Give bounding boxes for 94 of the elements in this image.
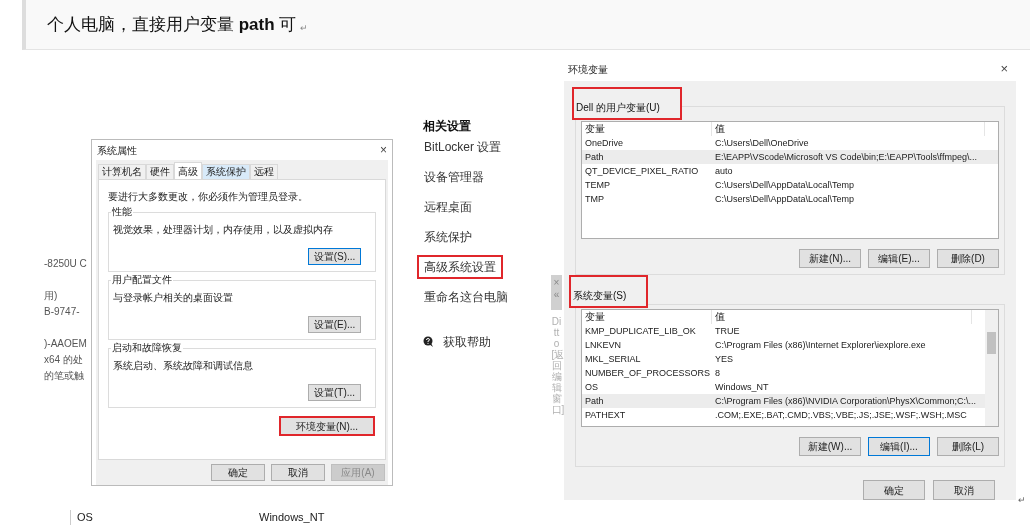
table-row[interactable]: KMP_DUPLICATE_LIB_OK TRUE <box>582 324 985 338</box>
table-cell-text: LNKEVN <box>584 339 622 352</box>
paragraph-mark: ↵ <box>300 21 309 35</box>
table-cell-text: C:\Program Files (x86)\Internet Explorer\iexplore.exe <box>714 339 927 352</box>
table-row[interactable]: Path C:\Program Files (x86)\NVIDIA Corporation\PhysX\Common;C:\... <box>582 394 985 408</box>
table-cell-text: auto <box>714 165 734 178</box>
text-fragment: B-9747- <box>44 305 81 319</box>
table-cell-text: Windows_NT <box>259 510 325 525</box>
tab[interactable]: 远程 <box>250 164 278 179</box>
column-header[interactable]: 变量 <box>582 122 712 136</box>
table-row[interactable]: QT_DEVICE_PIXEL_RATIO auto <box>582 164 998 178</box>
help-icon <box>423 336 435 348</box>
tab[interactable]: 系统保护 <box>202 164 250 179</box>
column-header[interactable]: 值 <box>712 122 985 136</box>
environment-variables-button[interactable]: 环境变量(N)... <box>279 416 375 436</box>
table-row[interactable]: TEMP C:\Users\Dell\AppData\Local\Temp <box>582 178 998 192</box>
close-icon[interactable]: × <box>380 141 387 159</box>
table-row[interactable]: NUMBER_OF_PROCESSORS 8 <box>582 366 985 380</box>
table-cell-text: QT_DEVICE_PIXEL_RATIO <box>584 165 700 178</box>
table-row[interactable]: TMP C:\Users\Dell\AppData\Local\Temp <box>582 192 998 206</box>
table-cell-text: NUMBER_OF_PROCESSORS <box>584 367 712 380</box>
group-title: Dell 的用户变量(U) <box>572 87 682 120</box>
group-description: 系统启动、系统故障和调试信息 <box>113 359 254 373</box>
window-title: 系统属性 <box>97 143 137 158</box>
admin-note: 要进行大多数更改，你必须作为管理员登录。 <box>108 190 309 204</box>
table-cell-text: C:\Program Files (x86)\NVIDIA Corporation\PhysX\Common;C:\... <box>714 395 978 408</box>
table-cell-text: C:\Users\Dell\OneDrive <box>714 137 810 150</box>
settings-link[interactable]: 系统保护 <box>417 225 479 249</box>
help-link[interactable]: 获取帮助 <box>443 333 491 351</box>
dialog-button[interactable]: 删除(L) <box>937 437 999 456</box>
group-description: 与登录帐户相关的桌面设置 <box>113 291 234 305</box>
text-fragment: x64 的处 <box>44 353 84 367</box>
table-cell-text: .COM;.EXE;.BAT;.CMD;.VBS;.VBE;.JS;.JSE;.WSF;.WSH;.MSC <box>714 409 968 422</box>
table-cell-text: C:\Users\Dell\AppData\Local\Temp <box>714 179 856 192</box>
dialog-button[interactable]: 确定 <box>863 480 925 500</box>
table-cell-text: Path <box>584 395 605 408</box>
dialog-button[interactable]: 取消 <box>271 464 325 481</box>
settings-button[interactable]: 设置(E)... <box>308 316 361 333</box>
dialog-button[interactable]: 编辑(I)... <box>868 437 930 456</box>
table-cell-text: E:\EAPP\VScode\Microsoft VS Code\bin;E:\EAPP\Tools\ffmpeg\... <box>714 151 978 164</box>
settings-link[interactable]: 重命名这台电脑 <box>417 285 515 309</box>
group-description: 视觉效果，处理器计划，内存使用，以及虚拟内存 <box>113 223 334 237</box>
table-row[interactable]: OS Windows_NT <box>582 380 985 394</box>
table-cell-text: TMP <box>584 193 605 206</box>
table-row[interactable]: OneDrive C:\Users\Dell\OneDrive <box>582 136 998 150</box>
table-cell-text: Path <box>584 151 605 164</box>
group-title: 性能 <box>111 206 133 218</box>
table-cell-text: 8 <box>714 367 721 380</box>
tab[interactable]: 计算机名 <box>98 164 146 179</box>
table-cell-text: TRUE <box>714 325 741 338</box>
table-cell-text: PATHEXT <box>584 409 627 422</box>
table-cell-text: TEMP <box>584 179 611 192</box>
group-title: 启动和故障恢复 <box>111 342 183 354</box>
tab[interactable]: 硬件 <box>146 164 174 179</box>
section-heading: 相关设置 <box>422 118 472 135</box>
table-row[interactable]: Path E:\EAPP\VScode\Microsoft VS Code\bin;E:\EAPP\Tools\ffmpeg\... <box>582 150 998 164</box>
table-row[interactable]: MKL_SERIAL YES <box>582 352 985 366</box>
table-cell-text: Windows_NT <box>714 381 770 394</box>
settings-button[interactable]: 设置(T)... <box>308 384 361 401</box>
text-fragment: -8250U C <box>44 257 88 271</box>
paragraph-mark: ↵ <box>1018 494 1026 507</box>
table-cell-text: YES <box>714 353 734 366</box>
dialog-button[interactable]: 新建(W)... <box>799 437 861 456</box>
tab[interactable]: 高级 <box>174 162 202 179</box>
text-fragment: 用) <box>44 289 59 303</box>
close-icon[interactable]: × <box>1000 59 1008 79</box>
dialog-button[interactable]: 确定 <box>211 464 265 481</box>
group-title: 系统变量(S) <box>569 275 649 308</box>
table-row[interactable]: PATHEXT .COM;.EXE;.BAT;.CMD;.VBS;.VBE;.JS;.JSE;.WSF;.WSH;.MSC <box>582 408 985 422</box>
scrollbar-thumb[interactable] <box>987 332 996 354</box>
dialog-button[interactable]: 新建(N)... <box>799 249 861 268</box>
table-cell-text: OneDrive <box>584 137 624 150</box>
text-fragment: 的笔或触 <box>44 369 85 383</box>
table-cell-text: MKL_SERIAL <box>584 353 642 366</box>
settings-link[interactable]: BitLocker 设置 <box>417 135 509 159</box>
settings-link[interactable]: 高级系统设置 <box>417 255 503 279</box>
dialog-button[interactable]: 编辑(E)... <box>868 249 930 268</box>
text-fragment: )-AAOEM <box>44 337 88 351</box>
column-header[interactable]: 值 <box>712 310 972 324</box>
window-title: 环境变量 <box>568 62 608 77</box>
table-cell-text: OS <box>77 510 94 525</box>
settings-button[interactable]: 设置(S)... <box>308 248 361 265</box>
scrollbar[interactable] <box>985 310 998 426</box>
table-cell-text: OS <box>584 381 599 394</box>
note-text: 个人电脑，直接用户变量 path 可 <box>47 13 297 36</box>
table-cell-text: C:\Users\Dell\AppData\Local\Temp <box>714 193 856 206</box>
dialog-button[interactable]: 取消 <box>933 480 995 500</box>
table-row[interactable]: LNKEVN C:\Program Files (x86)\Internet Explorer\iexplore.exe <box>582 338 985 352</box>
table-cell-text: KMP_DUPLICATE_LIB_OK <box>584 325 697 338</box>
dialog-button[interactable]: 删除(D) <box>937 249 999 268</box>
settings-link[interactable]: 设备管理器 <box>417 165 491 189</box>
column-header[interactable]: 变量 <box>582 310 712 324</box>
group-title: 用户配置文件 <box>111 274 173 286</box>
settings-link[interactable]: 远程桌面 <box>417 195 479 219</box>
